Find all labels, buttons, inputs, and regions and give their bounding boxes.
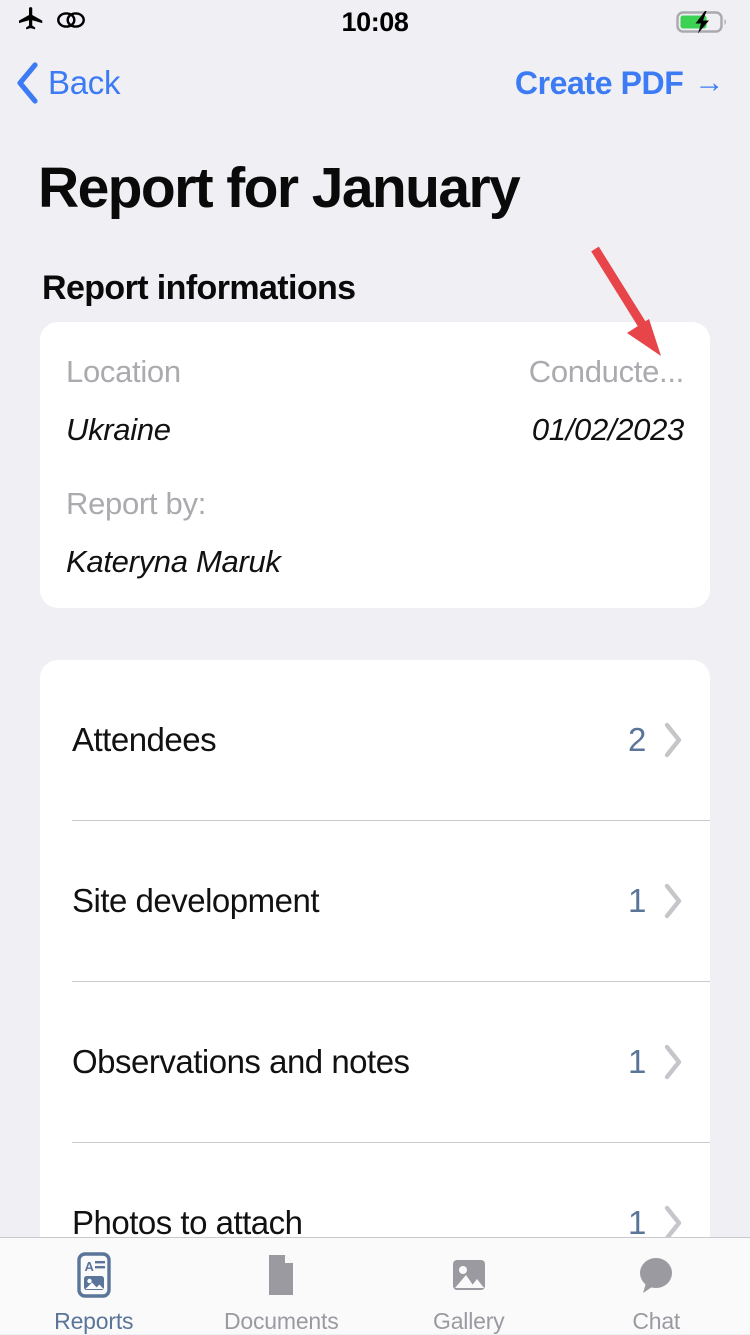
reports-icon: A [71, 1250, 117, 1300]
document-icon [261, 1250, 301, 1300]
location-value: Ukraine [66, 412, 171, 448]
list-item-count: 1 [628, 882, 646, 920]
chevron-right-icon [662, 1043, 684, 1081]
list-item-label: Observations and notes [72, 1043, 410, 1081]
navigation-bar: Back Create PDF → [0, 44, 750, 122]
back-button-label: Back [48, 64, 120, 102]
svg-text:A: A [84, 1259, 94, 1274]
tab-chat[interactable]: Chat [563, 1250, 750, 1335]
chevron-right-icon [662, 721, 684, 759]
back-button[interactable]: Back [14, 61, 120, 105]
status-bar: 10:08 [0, 0, 750, 44]
tab-gallery[interactable]: Gallery [375, 1250, 563, 1335]
conducted-label: Conducte... [529, 354, 684, 390]
report-by-label: Report by: [66, 486, 684, 522]
gallery-icon [446, 1250, 492, 1300]
section-title: Report informations [42, 269, 750, 308]
tab-label: Gallery [433, 1308, 504, 1335]
arrow-right-icon: → [694, 68, 724, 98]
report-by-value: Kateryna Maruk [66, 544, 684, 580]
tab-documents[interactable]: Documents [188, 1250, 376, 1335]
chat-bubble-icon [633, 1250, 679, 1300]
list-item-count: 1 [628, 1043, 646, 1081]
location-label: Location [66, 354, 181, 390]
report-information-card: Location Conducte... Ukraine 01/02/2023 … [40, 322, 710, 608]
list-item-site-development[interactable]: Site development 1 [40, 821, 710, 981]
report-sections-card: Attendees 2 Site development 1 Observati… [40, 660, 710, 1260]
conducted-date-value: 01/02/2023 [532, 412, 684, 448]
tab-bar: A Reports Documents [0, 1237, 750, 1334]
tab-label: Documents [224, 1308, 339, 1335]
page-title: Report for January [38, 160, 750, 217]
tab-label: Reports [54, 1308, 133, 1335]
chevron-right-icon [662, 882, 684, 920]
list-item-count: 2 [628, 721, 646, 759]
tab-reports[interactable]: A Reports [0, 1250, 188, 1335]
chevron-left-icon [14, 61, 40, 105]
status-bar-clock: 10:08 [0, 0, 750, 44]
tab-label: Chat [632, 1308, 680, 1335]
list-item-label: Site development [72, 882, 319, 920]
list-item-observations-and-notes[interactable]: Observations and notes 1 [40, 982, 710, 1142]
list-item-label: Attendees [72, 721, 216, 759]
list-item-attendees[interactable]: Attendees 2 [40, 660, 710, 820]
create-pdf-button[interactable]: Create PDF → [515, 65, 724, 102]
create-pdf-label: Create PDF [515, 65, 684, 102]
